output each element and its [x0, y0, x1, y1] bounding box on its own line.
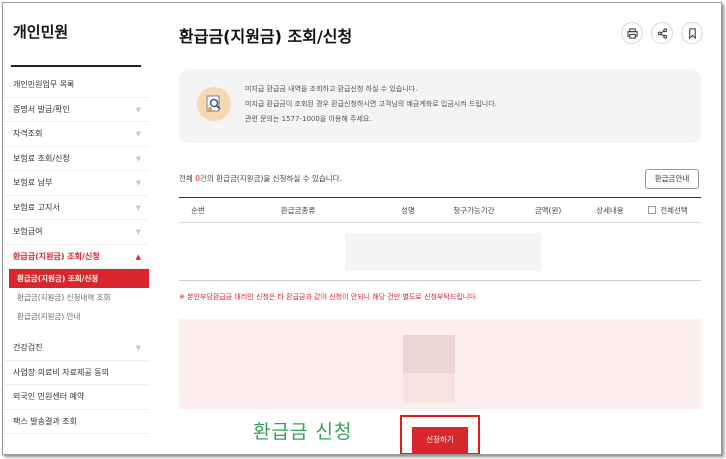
- blurred-panel: [179, 319, 701, 409]
- sidebar-divider: [11, 65, 141, 67]
- sidebar-item-civil-list[interactable]: 개인민원업무 목록: [3, 73, 149, 98]
- sidebar-item-certificates[interactable]: 증명서 발급/확인 ▼: [3, 98, 149, 122]
- chevron-up-icon: ▲: [135, 252, 141, 261]
- sidebar-subitem-refund-guide[interactable]: 환급금(지원금) 안내: [3, 307, 149, 326]
- share-button[interactable]: [651, 22, 673, 44]
- col-header-amount: 금액(원): [534, 206, 562, 215]
- table-body: [179, 223, 701, 281]
- sidebar-subitem-refund-history[interactable]: 환급금(지원금) 신청내역 조회: [3, 288, 149, 307]
- col-header-select-all[interactable]: 전체선택: [635, 198, 701, 222]
- bookmark-icon: [688, 27, 696, 39]
- refund-guide-button[interactable]: 환급금안내: [645, 169, 699, 189]
- sidebar-menu: 개인민원업무 목록 증명서 발급/확인 ▼ 자격조회 ▼ 보험료 조회/신청 ▼ 보험…: [3, 73, 149, 434]
- main-content: 환급금(지원금) 조회/신청 미지급 환급금 내역을 조회하고 환급신청 하실 …: [175, 3, 721, 454]
- info-box: 미지급 환급금 내역을 조회하고 환급신청 하실 수 있습니다. 미지급 환급금…: [179, 69, 701, 143]
- info-text: 미지급 환급금 내역을 조회하고 환급신청 하실 수 있습니다. 미지급 환급금…: [245, 82, 497, 127]
- sidebar-subitem-label: 환급금(지원금) 신청내역 조회: [17, 293, 111, 302]
- sidebar-item-label: 보험료 고지서: [13, 202, 60, 212]
- sidebar-item-label: 팩스 발송결과 조회: [13, 416, 77, 426]
- sidebar-subitem-label: 환급금(지원금) 조회/신청: [17, 274, 99, 283]
- sidebar-item-insurance-benefits[interactable]: 보험급여 ▼: [3, 220, 149, 245]
- col-header-type: 환급금종류: [280, 206, 316, 215]
- sidebar-subitem-refund-inquiry[interactable]: 환급금(지원금) 조회/신청: [9, 269, 149, 288]
- sidebar-title: 개인민원: [13, 23, 69, 41]
- sidebar-item-premium-inquiry[interactable]: 보험료 조회/신청 ▼: [3, 147, 149, 171]
- chevron-down-icon: ▼: [135, 228, 141, 236]
- blurred-block: [403, 373, 455, 403]
- chevron-down-icon: ▼: [135, 105, 141, 114]
- sidebar-item-fax-result[interactable]: 팩스 발송결과 조회: [3, 410, 149, 434]
- bookmark-button[interactable]: [681, 22, 703, 44]
- chevron-down-icon: ▼: [135, 203, 141, 212]
- col-header-seq: 순번: [191, 206, 205, 215]
- chevron-down-icon: ▼: [135, 130, 141, 138]
- apply-button[interactable]: 신청하기: [412, 427, 468, 453]
- info-line-1: 미지급 환급금 내역을 조회하고 환급신청 하실 수 있습니다.: [245, 85, 418, 93]
- sidebar-item-refund[interactable]: 환급금(지원금) 조회/신청 ▲: [3, 245, 149, 269]
- col-header-period: 청구가능기간: [453, 206, 495, 215]
- sidebar-item-label: 건강검진: [13, 343, 43, 352]
- select-all-label: 전체선택: [660, 206, 688, 215]
- page-title: 환급금(지원금) 조회/신청: [179, 27, 353, 46]
- sidebar-item-label: 보험료 납부: [13, 178, 53, 187]
- sidebar-item-label: 보험료 조회/신청: [13, 153, 70, 163]
- sidebar-item-label: 사업장 의료비 자료제공 동의: [13, 367, 109, 377]
- print-button[interactable]: [621, 22, 643, 44]
- annotation-label: 환급금 신청: [253, 421, 353, 443]
- col-header-name: 성명: [401, 206, 415, 215]
- proxy-notice: ※ 본인부담환급금 대리인 신청은 타 환급금과 같이 신청이 안되니 해당 건…: [179, 293, 478, 301]
- toolbar: [621, 22, 703, 44]
- result-count-number: 0건: [195, 174, 207, 183]
- sidebar-item-label: 개인민원업무 목록: [13, 80, 75, 89]
- print-icon: [626, 27, 638, 39]
- sidebar-subitem-label: 환급금(지원금) 안내: [17, 312, 81, 321]
- sidebar-item-premium-payment[interactable]: 보험료 납부 ▼: [3, 171, 149, 196]
- refund-table: 순번 환급금종류 성명 청구가능기간 금액(원) 상세내용 전체선택: [179, 197, 701, 281]
- sidebar-item-label: 증명서 발급/확인: [13, 104, 70, 114]
- col-header-detail: 상세내용: [596, 206, 624, 215]
- select-all-checkbox[interactable]: [648, 206, 657, 214]
- sidebar-item-label: 환급금(지원금) 조회/신청: [13, 251, 100, 261]
- sidebar-item-foreigner-reservation[interactable]: 외국인 민원센터 예약: [3, 385, 149, 410]
- result-count: 전체 0건의 환급금(지원금)을 신청하실 수 있습니다.: [179, 173, 342, 184]
- result-count-suffix: 의 환급금(지원금)을 신청하실 수 있습니다.: [206, 174, 342, 183]
- chevron-down-icon: ▼: [135, 179, 141, 187]
- info-line-2: 미지급 환급금이 조회된 경우 환급신청하시면 고객님의 예금계좌로 입금시켜 …: [245, 100, 497, 108]
- blurred-block: [403, 335, 455, 373]
- chevron-down-icon: ▼: [135, 344, 141, 352]
- sidebar-item-premium-bill[interactable]: 보험료 고지서 ▼: [3, 196, 149, 220]
- info-line-3: 관련 문의는 1577-1000을 이용해 주세요.: [245, 115, 372, 123]
- table-header: 순번 환급금종류 성명 청구가능기간 금액(원) 상세내용 전체선택: [179, 197, 701, 223]
- page-frame: 개인민원 개인민원업무 목록 증명서 발급/확인 ▼ 자격조회 ▼ 보험료 조회/신…: [2, 2, 722, 455]
- result-count-prefix: 전체: [179, 174, 196, 183]
- sidebar-item-label: 보험급여: [13, 227, 43, 236]
- sidebar-item-health-checkup[interactable]: 건강검진 ▼: [3, 336, 149, 361]
- sidebar: 개인민원 개인민원업무 목록 증명서 발급/확인 ▼ 자격조회 ▼ 보험료 조회/신…: [3, 3, 149, 454]
- chevron-down-icon: ▼: [135, 154, 141, 163]
- sidebar-item-label: 자격조회: [13, 129, 43, 138]
- share-icon: [657, 27, 667, 39]
- sidebar-item-eligibility[interactable]: 자격조회 ▼: [3, 122, 149, 147]
- document-search-icon: [197, 87, 231, 121]
- sidebar-item-label: 외국인 민원센터 예약: [13, 392, 85, 401]
- sidebar-item-medical-data-consent[interactable]: 사업장 의료비 자료제공 동의: [3, 361, 149, 385]
- blurred-content: [345, 233, 541, 271]
- sidebar-submenu: 환급금(지원금) 조회/신청 환급금(지원금) 신청내역 조회 환급금(지원금)…: [3, 269, 149, 326]
